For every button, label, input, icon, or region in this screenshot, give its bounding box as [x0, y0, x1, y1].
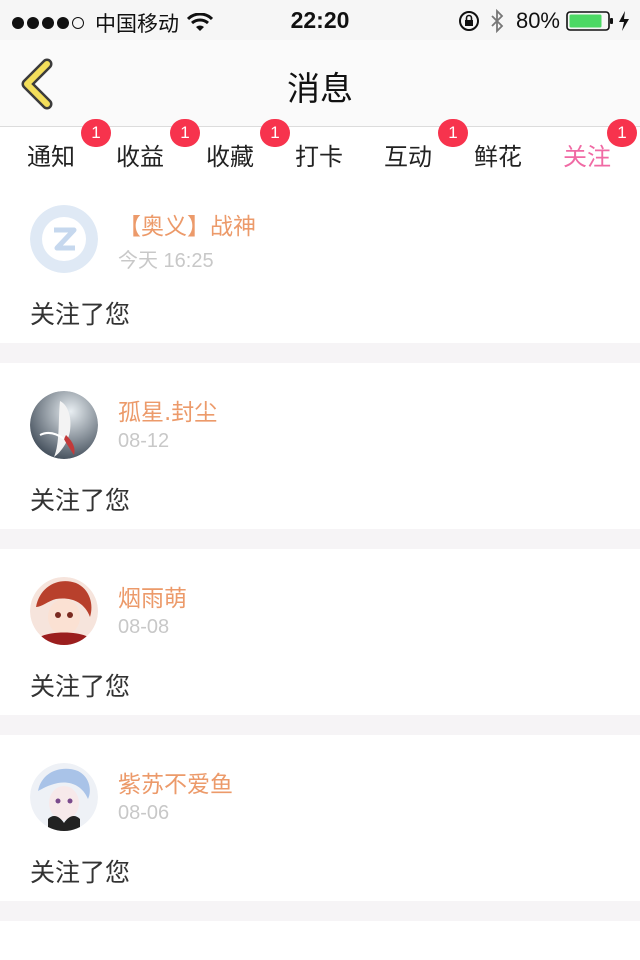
- divider: [0, 901, 640, 921]
- tab-favorites[interactable]: 收藏 1: [206, 119, 290, 172]
- status-bar: 中国移动 22:20 80%: [0, 0, 640, 40]
- timestamp: 08-08: [118, 616, 170, 638]
- charging-icon: [619, 11, 629, 31]
- user-avatar-image: [30, 391, 98, 459]
- avatar[interactable]: [30, 577, 98, 645]
- rotation-lock-icon: [458, 11, 479, 31]
- divider: [0, 715, 640, 735]
- username[interactable]: 孤星.封尘: [118, 393, 217, 427]
- page-title: 消息: [287, 69, 353, 108]
- username[interactable]: 烟雨萌: [118, 579, 187, 613]
- divider: [0, 343, 640, 363]
- list-item[interactable]: 【奥义】战神 今天 16:25 关注了您: [0, 177, 640, 343]
- list-item[interactable]: 孤星.封尘 08-12 关注了您: [0, 363, 640, 529]
- list-item[interactable]: 紫苏不爱鱼 08-06 关注了您: [0, 735, 640, 901]
- tab-checkin[interactable]: 打卡: [295, 137, 343, 172]
- tab-label: 关注: [563, 143, 611, 171]
- tab-label: 互动: [384, 143, 432, 171]
- unread-badge: 1: [260, 119, 290, 147]
- tab-bar: 通知 1 收益 1 收藏 1 打卡 互动 1 鲜花 关注 1: [0, 119, 640, 184]
- message-text: 关注了您: [30, 858, 131, 887]
- tab-notice[interactable]: 通知 1: [27, 119, 111, 172]
- tab-flowers[interactable]: 鲜花: [474, 137, 522, 172]
- unread-badge: 1: [607, 119, 637, 147]
- timestamp: 今天 16:25: [118, 250, 214, 272]
- bluetooth-icon: [491, 9, 504, 33]
- unread-badge: 1: [81, 119, 111, 147]
- tab-label: 通知: [27, 143, 75, 171]
- avatar[interactable]: [30, 763, 98, 831]
- tab-label: 收藏: [206, 143, 254, 171]
- tab-label: 鲜花: [474, 143, 522, 171]
- tab-earnings[interactable]: 收益 1: [116, 119, 200, 172]
- battery-icon: [566, 11, 613, 31]
- unread-badge: 1: [170, 119, 200, 147]
- tab-interaction[interactable]: 互动 1: [384, 119, 468, 172]
- username[interactable]: 紫苏不爱鱼: [118, 765, 233, 799]
- avatar[interactable]: [30, 205, 98, 273]
- default-avatar-icon: [30, 205, 98, 273]
- message-text: 关注了您: [30, 672, 131, 701]
- tab-label: 打卡: [295, 143, 343, 171]
- user-avatar-image: [30, 763, 98, 831]
- unread-badge: 1: [438, 119, 468, 147]
- list-item[interactable]: 烟雨萌 08-08 关注了您: [0, 549, 640, 715]
- message-text: 关注了您: [30, 300, 131, 329]
- user-avatar-image: [30, 577, 98, 645]
- timestamp: 08-06: [118, 802, 170, 824]
- message-list: 【奥义】战神 今天 16:25 关注了您 孤星.封尘 08-12 关注了您 烟雨…: [0, 177, 640, 921]
- tab-label: 收益: [116, 143, 164, 171]
- divider: [0, 529, 640, 549]
- battery-percent: 80%: [515, 8, 560, 33]
- timestamp: 08-12: [118, 430, 170, 452]
- username[interactable]: 【奥义】战神: [118, 207, 256, 241]
- tab-follow[interactable]: 关注 1: [563, 119, 637, 184]
- message-text: 关注了您: [30, 486, 131, 515]
- status-right: 80%: [458, 8, 630, 34]
- avatar[interactable]: [30, 391, 98, 459]
- nav-bar: 消息: [0, 40, 640, 127]
